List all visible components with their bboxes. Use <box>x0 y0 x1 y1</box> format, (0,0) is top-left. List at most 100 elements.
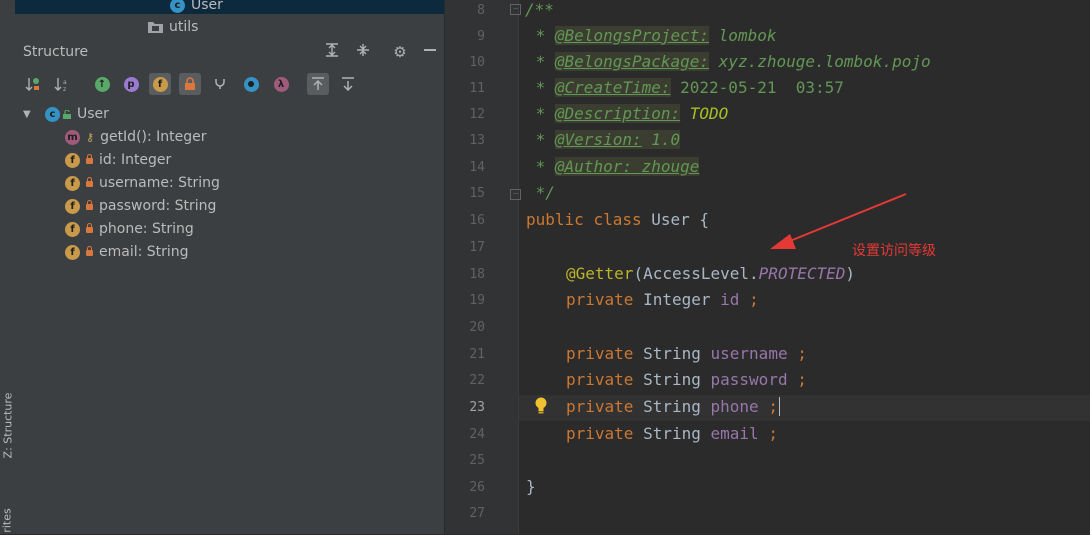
class-icon: c <box>45 106 60 122</box>
project-tree-utils-folder[interactable]: utils <box>148 18 198 36</box>
field-icon: f <box>65 152 80 168</box>
type: String <box>643 424 701 443</box>
brace: { <box>699 210 710 229</box>
minimize-icon[interactable] <box>421 43 439 61</box>
project-tree-utils-label: utils <box>169 19 199 35</box>
sort-by-visibility-icon[interactable] <box>22 73 44 95</box>
code-line: private String email ; <box>566 424 778 443</box>
code-line: public class User { <box>526 207 709 233</box>
collapse-all-icon[interactable] <box>354 43 372 61</box>
code-editor[interactable]: 8 9 10 11 12 13 14 15 16 17 18 19 20 21 … <box>445 0 1090 534</box>
keyword: private <box>566 397 634 416</box>
doc-tag: @BelongsProject: <box>554 26 710 45</box>
gear-icon[interactable]: ⚙ <box>391 43 409 61</box>
structure-member-row[interactable]: f username: String <box>65 173 220 193</box>
svg-text:z: z <box>63 86 66 92</box>
line-number: 24 <box>469 427 485 442</box>
structure-member-row[interactable]: m ⚷ getId(): Integer <box>65 127 207 147</box>
code-line: @Getter(AccessLevel.PROTECTED) <box>566 264 856 283</box>
line-number: 14 <box>469 160 485 175</box>
line-number: 21 <box>469 347 485 362</box>
doc-tag: @CreateTime: <box>554 78 671 97</box>
folder-icon <box>148 22 163 33</box>
structure-root-user[interactable]: ▼ c User <box>23 104 109 124</box>
doc-tag: @Author: zhouge <box>554 157 700 176</box>
show-properties-icon[interactable]: p <box>120 73 142 95</box>
left-panel: c User utils Structure ⚙ az ↑ p f λ ▼ c … <box>15 0 444 534</box>
structure-member-label: getId(): Integer <box>100 129 207 145</box>
field-name: username <box>710 344 788 363</box>
type: String <box>643 344 701 363</box>
expand-all-icon[interactable] <box>323 43 341 61</box>
structure-member-label: phone: String <box>99 221 194 237</box>
keyword: class <box>593 210 642 229</box>
show-anonymous-icon[interactable] <box>240 73 262 95</box>
keyword: private <box>566 424 634 443</box>
lock-icon <box>86 154 93 164</box>
chevron-down-icon[interactable]: ▼ <box>23 109 35 120</box>
code-line: */ <box>526 183 555 202</box>
line-number: 15 <box>469 186 485 201</box>
show-implementations-icon[interactable] <box>209 73 231 95</box>
show-inherited-icon[interactable]: ↑ <box>91 73 113 95</box>
line-number: 20 <box>469 320 485 335</box>
structure-side-tab[interactable]: Z: Structure <box>0 385 15 465</box>
structure-panel-header: Structure ⚙ <box>15 38 444 66</box>
line-number: 9 <box>477 29 485 44</box>
structure-member-row[interactable]: f password: String <box>65 196 216 216</box>
structure-panel-title: Structure <box>23 44 89 60</box>
field-icon: f <box>65 198 80 214</box>
lightbulb-icon[interactable] <box>534 397 548 415</box>
project-tree-user-label: User <box>191 0 223 13</box>
type: String <box>643 370 701 389</box>
fold-toggle-icon[interactable]: − <box>510 189 521 200</box>
structure-member-row[interactable]: f phone: String <box>65 219 194 239</box>
class-ref: AccessLevel. <box>643 264 759 283</box>
field-icon: f <box>65 221 80 237</box>
show-non-public-icon[interactable] <box>179 73 201 95</box>
autoscroll-from-source-icon[interactable] <box>337 73 359 95</box>
show-fields-icon[interactable]: f <box>149 73 171 95</box>
constant: PROTECTED <box>758 264 846 283</box>
fold-toggle-icon[interactable]: − <box>510 4 521 15</box>
code-line: * @CreateTime: 2022-05-21 03:57 <box>526 78 844 97</box>
lock-icon <box>86 246 93 256</box>
code-line: /** <box>525 0 554 19</box>
doc-tag: @Description: <box>554 104 681 123</box>
field-icon: f <box>65 175 80 191</box>
annotation: @Getter <box>566 264 634 283</box>
code-line: * @Author: zhouge <box>526 157 700 176</box>
field-name: password <box>710 370 788 389</box>
project-tree-user-file[interactable]: c User <box>15 0 444 14</box>
code-line: private String phone ; <box>566 397 780 416</box>
structure-member-label: username: String <box>99 175 220 191</box>
show-lambdas-icon[interactable]: λ <box>270 73 292 95</box>
lock-icon <box>86 177 93 187</box>
line-number: 16 <box>469 213 485 228</box>
class-name: User <box>651 210 690 229</box>
doc-value: xyz.zhouge.lombok.pojo <box>718 52 931 71</box>
favorites-side-tab[interactable]: rites <box>0 505 15 535</box>
annotation-note: 设置访问等级 <box>852 243 936 259</box>
line-number: 12 <box>469 107 485 122</box>
structure-member-row[interactable]: f email: String <box>65 242 189 262</box>
structure-root-label: User <box>77 106 109 122</box>
structure-member-row[interactable]: f id: Integer <box>65 150 171 170</box>
line-number-gutter: 8 9 10 11 12 13 14 15 16 17 18 19 20 21 … <box>445 0 521 534</box>
structure-member-label: password: String <box>99 198 217 214</box>
method-icon: m <box>65 129 80 145</box>
line-number: 13 <box>469 133 485 148</box>
structure-toolbar: az ↑ p f λ <box>15 70 444 98</box>
line-number: 26 <box>469 480 485 495</box>
doc-value: lombok <box>718 26 777 45</box>
code-line: * @Description: TODO <box>526 104 729 123</box>
unlock-icon <box>63 109 71 119</box>
line-number: 11 <box>469 81 485 96</box>
key-icon: ⚷ <box>86 130 95 144</box>
doc-tag: @Version: <box>554 130 642 149</box>
autoscroll-to-source-icon[interactable] <box>307 73 329 95</box>
doc-value: 1.0 <box>651 130 681 149</box>
doc-value: 2022-05-21 03:57 <box>680 78 844 97</box>
line-number: 22 <box>469 373 485 388</box>
sort-alphabetically-icon[interactable]: az <box>51 73 73 95</box>
